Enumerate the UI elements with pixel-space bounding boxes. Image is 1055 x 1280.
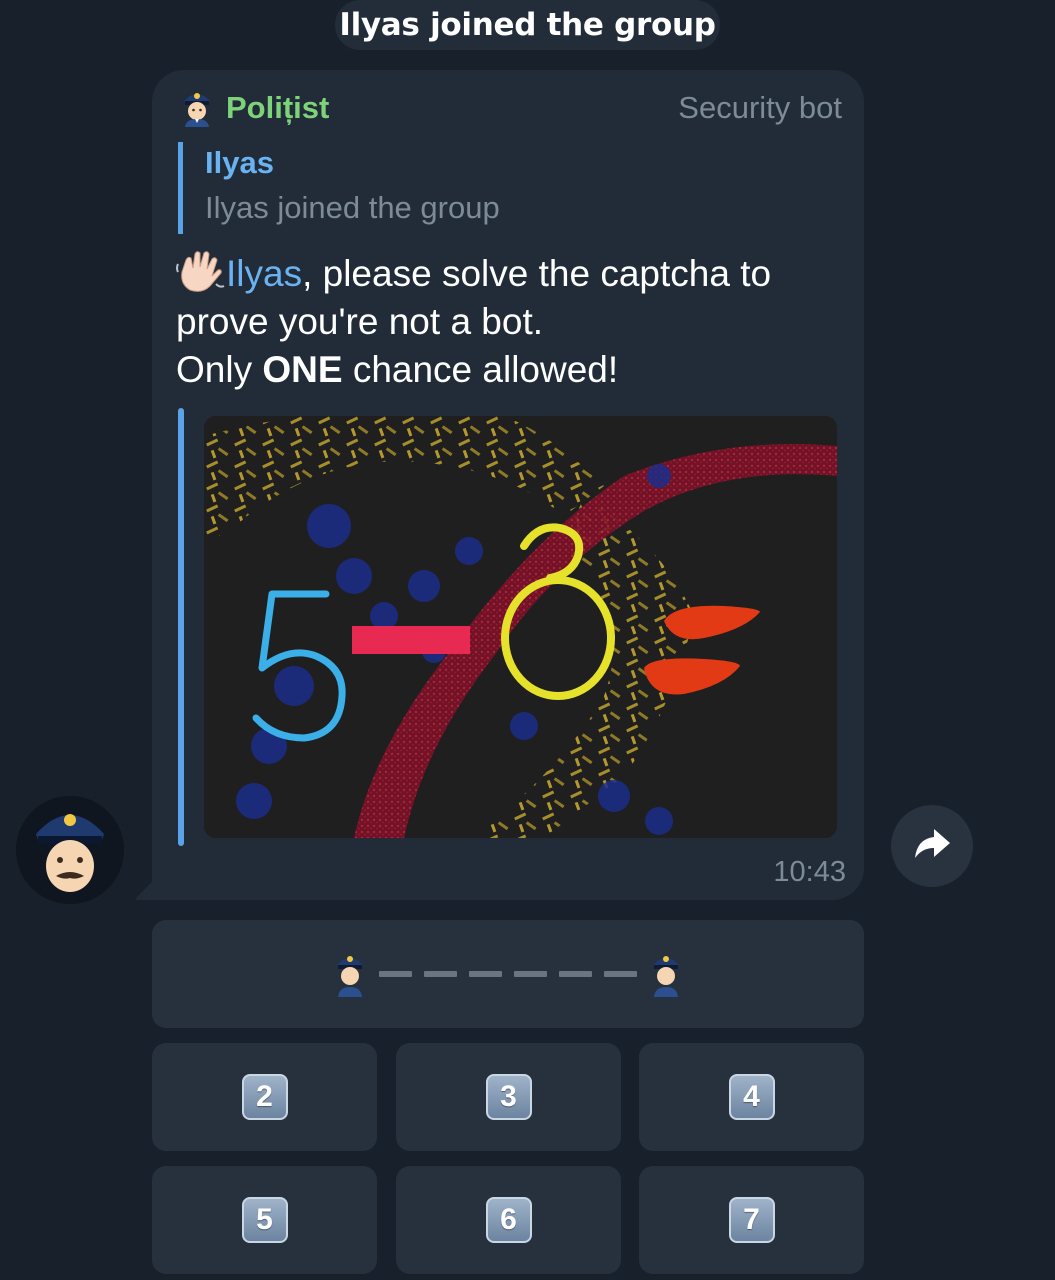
keycap-digit-icon: 4: [728, 1074, 775, 1120]
reply-preview[interactable]: Ilyas Ilyas joined the group: [178, 142, 778, 234]
answer-button-4[interactable]: 4: [639, 1043, 864, 1151]
message-text: Ilyas, please solve the captcha to prove…: [176, 250, 856, 394]
answer-button-2[interactable]: 2: [152, 1043, 377, 1151]
bot-avatar[interactable]: [16, 796, 124, 904]
user-mention[interactable]: Ilyas: [226, 253, 302, 294]
answer-button-6[interactable]: 6: [396, 1166, 621, 1274]
captcha-image[interactable]: [204, 416, 837, 838]
message-emphasis: ONE: [262, 349, 343, 390]
sender-role: Security bot: [678, 90, 842, 125]
police-officer-icon: [337, 956, 363, 997]
answer-button-5[interactable]: 5: [152, 1166, 377, 1274]
progress-dash: [604, 971, 637, 977]
waving-hand-icon: [176, 250, 226, 294]
keycap-digit-icon: 3: [485, 1074, 532, 1120]
answer-button-7[interactable]: 7: [639, 1166, 864, 1274]
captcha-progress-button[interactable]: [152, 920, 864, 1028]
progress-dash: [424, 971, 457, 977]
police-officer-icon: [653, 956, 679, 997]
progress-dash: [469, 971, 502, 977]
progress-dash: [559, 971, 592, 977]
forward-arrow-icon: [912, 827, 952, 865]
progress-dash: [514, 971, 547, 977]
captcha-progress: [333, 951, 683, 997]
message-time: 10:43: [773, 856, 846, 888]
message-line-3-end: chance allowed!: [342, 349, 619, 390]
forward-button[interactable]: [891, 805, 973, 887]
keycap-digit-icon: 6: [485, 1197, 532, 1243]
answer-button-3[interactable]: 3: [396, 1043, 621, 1151]
keycap-digit-icon: 5: [241, 1197, 288, 1243]
message-bubble[interactable]: Polițist Security bot Ilyas Ilyas joined…: [152, 70, 864, 900]
message-line-1: , please solve the captcha to: [302, 253, 772, 294]
progress-dash: [379, 971, 412, 977]
service-message: Ilyas joined the group: [335, 0, 720, 50]
sender-name[interactable]: Polițist: [226, 90, 329, 126]
police-officer-icon: [180, 89, 214, 127]
message-line-3-start: Only: [176, 349, 263, 390]
keycap-digit-icon: 2: [241, 1074, 288, 1120]
keycap-digit-icon: 7: [728, 1197, 775, 1243]
reply-text: Ilyas joined the group: [205, 190, 500, 225]
media-quote-bar: [178, 408, 184, 846]
sender-row: Polițist Security bot: [180, 88, 842, 128]
message-line-2: prove you're not a bot.: [176, 301, 544, 342]
reply-name: Ilyas: [205, 145, 274, 180]
